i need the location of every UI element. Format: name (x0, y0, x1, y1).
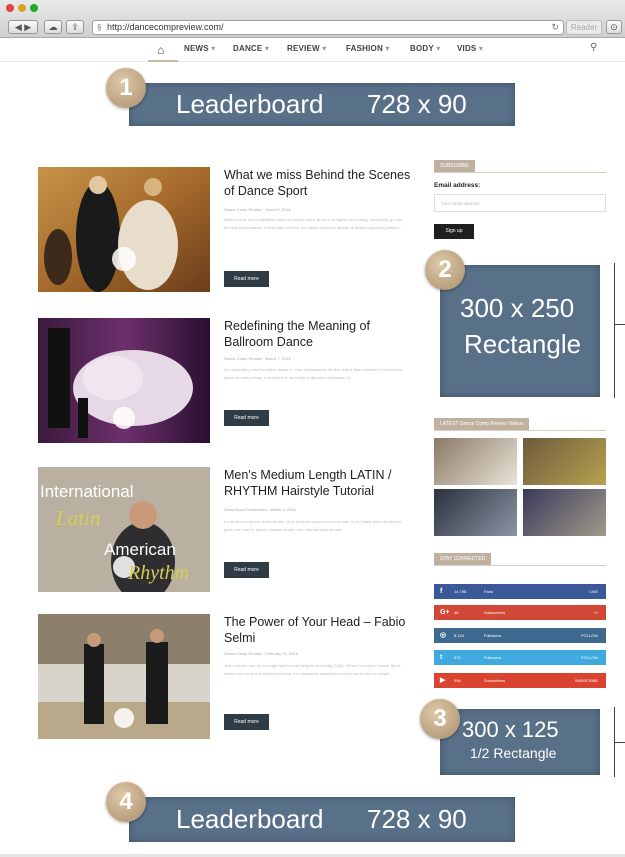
facebook-row[interactable]: f 14,798 Fans LIKE (434, 584, 606, 599)
article-excerpt: When you're at a competitive ballroom da… (224, 217, 403, 230)
bracket-tick (614, 324, 625, 325)
email-label: Email address: (434, 182, 481, 189)
divider (434, 430, 606, 431)
twitter-row[interactable]: t 372 Followers FOLLOW (434, 650, 606, 665)
article-title[interactable]: What we miss Behind the Scenes of Dance … (224, 167, 414, 199)
twitter-icon: t (440, 654, 443, 661)
article-title[interactable]: Redefining the Meaning of Ballroom Dance (224, 318, 414, 350)
stay-connected-heading: STAY CONNECTED (434, 553, 492, 565)
ad-number-badge: 4 (106, 782, 146, 822)
article-image[interactable] (38, 167, 210, 292)
facebook-icon: f (440, 588, 443, 595)
google-plus-icon: G+ (440, 609, 450, 616)
ad-size: 728 x 90 (367, 89, 467, 119)
share-icon[interactable]: ⇪ (66, 20, 84, 34)
read-more-button[interactable]: Read more (224, 271, 269, 287)
bracket (614, 263, 615, 398)
leaderboard-ad-top: Leaderboard 728 x 90 (129, 83, 515, 126)
ad-number-badge: 2 (425, 250, 465, 290)
search-icon[interactable]: ⚲ (590, 42, 597, 53)
google-plus-row[interactable]: G+ 46 Subscribers +1 (434, 605, 606, 620)
reload-icon[interactable]: ↻ (551, 21, 559, 34)
image-text-international: International (40, 482, 134, 501)
nav-item-fashion[interactable]: FASHION ▾ (346, 44, 390, 53)
subscribe-heading: SUBSCRIBE (434, 160, 475, 172)
nav-item-news[interactable]: NEWS ▾ (184, 44, 215, 53)
article-excerpt: It's all about that cut! In the books - … (224, 519, 402, 532)
zoom-window-button[interactable] (30, 4, 38, 12)
article-excerpt: It is fascinating how formative dance is… (224, 367, 403, 380)
video-thumbnail[interactable] (434, 438, 517, 485)
image-text-rhythm: Rhythm (127, 562, 189, 584)
divider (434, 565, 606, 566)
video-thumbnail[interactable] (434, 489, 517, 536)
url-text: http://dancecompreview.com/ (107, 22, 224, 32)
site-nav: ⌂ NEWS ▾ DANCE ▾ REVIEW ▾ FASHION ▾ BODY… (0, 38, 625, 62)
read-more-button[interactable]: Read more (224, 410, 269, 426)
ad-name: Leaderboard (176, 89, 324, 119)
read-more-button[interactable]: Read more (224, 562, 269, 578)
reader-button[interactable]: Reader (566, 20, 602, 35)
instagram-row[interactable]: ◎ 8,144 Followers FOLLOW (434, 628, 606, 643)
ad-name: 1/2 Rectangle (470, 745, 557, 761)
image-text-american: American (104, 540, 176, 559)
article-meta: Dance Comp Review · February 29, 2016 (224, 651, 298, 656)
home-icon[interactable]: ⌂ (157, 43, 164, 57)
article-title[interactable]: Men's Medium Length LATIN / RHYTHM Hairs… (224, 467, 414, 499)
article-image[interactable] (38, 318, 210, 443)
video-thumbnail[interactable] (523, 438, 606, 485)
nav-item-dance[interactable]: DANCE ▾ (233, 44, 269, 53)
ad-size: 728 x 90 (367, 804, 467, 834)
ad-size: 300 x 125 (462, 717, 559, 742)
article-title[interactable]: The Power of Your Head – Fabio Selmi (224, 614, 414, 646)
ad-name: Leaderboard (176, 804, 324, 834)
article-meta: Dance Comp Review · March 6, 2016 (224, 207, 291, 212)
address-bar[interactable]: § http://dancecompreview.com/ ↻ (92, 20, 564, 35)
cloud-icon[interactable]: ☁ (44, 20, 62, 34)
active-indicator (148, 60, 178, 62)
ad-size: 300 x 250 (460, 293, 575, 323)
back-forward-buttons[interactable]: ◀ ▶ (8, 20, 38, 34)
read-more-button[interactable]: Read more (224, 714, 269, 730)
youtube-row[interactable]: ▶ 394 Subscribers SUBSCRIBE (434, 673, 606, 688)
browser-toolbar: ◀ ▶ ☁ ⇪ § http://dancecompreview.com/ ↻ … (0, 0, 625, 38)
videos-heading: LATEST Dance Comp Review Videos (434, 418, 530, 430)
nav-item-body[interactable]: BODY ▾ (410, 44, 440, 53)
article-meta: Dance Comp Review · March 7, 2016 (224, 356, 291, 361)
bracket-tick (614, 742, 625, 743)
nav-item-vids[interactable]: VIDS ▾ (457, 44, 483, 53)
half-rectangle-ad: 300 x 125 1/2 Rectangle (440, 709, 600, 775)
ad-name: Rectangle (464, 329, 582, 359)
email-field[interactable]: Your email address (434, 194, 606, 212)
article-image[interactable] (38, 614, 210, 739)
site-icon: § (97, 23, 102, 32)
article-image[interactable]: International Latin American Rhythm (38, 467, 210, 592)
minimize-window-button[interactable] (18, 4, 26, 12)
instagram-icon: ◎ (440, 632, 447, 639)
sign-up-button[interactable]: Sign up (434, 224, 474, 239)
ad-number-badge: 1 (106, 68, 146, 108)
article-excerpt: Just a known fact: An average man's head… (224, 663, 402, 676)
ad-number-badge: 3 (420, 699, 460, 739)
rectangle-ad: 300 x 250 Rectangle (440, 265, 600, 397)
article-meta: DanceSport Fashionista · March 5, 2016 (224, 507, 296, 512)
close-window-button[interactable] (6, 4, 14, 12)
nav-item-review[interactable]: REVIEW ▾ (287, 44, 326, 53)
youtube-icon: ▶ (440, 677, 446, 684)
video-thumbnail[interactable] (523, 489, 606, 536)
image-text-latin: Latin (55, 506, 100, 530)
leaderboard-ad-bottom: Leaderboard 728 x 90 (129, 797, 515, 842)
divider (434, 172, 606, 173)
downloads-icon[interactable]: ⊙ (606, 20, 622, 34)
